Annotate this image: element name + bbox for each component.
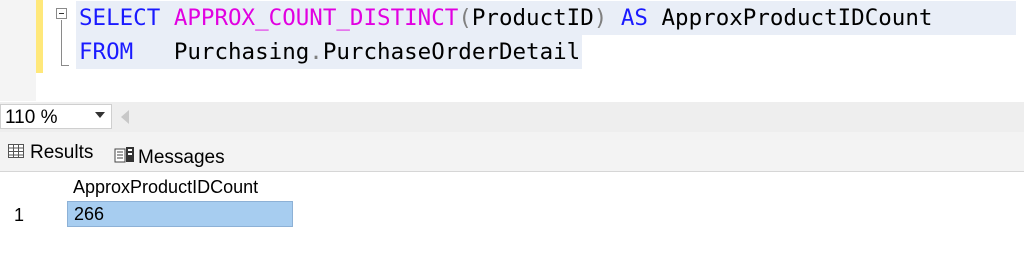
grid-icon [8,142,24,164]
schema-name: Purchasing [173,39,310,65]
collapse-minus-icon[interactable] [56,8,67,19]
editor-gutter [0,0,36,101]
table-name: PurchaseOrderDetail [322,39,581,65]
zoom-value: 110 % [5,107,58,128]
function-name: APPROX_COUNT_DISTINCT [173,5,459,31]
column-header[interactable]: ApproxProductIDCount [67,175,293,199]
outline-line [61,20,62,66]
tab-results[interactable]: Results [8,138,93,168]
code-line-1[interactable]: SELECT APPROX_COUNT_DISTINCT(ProductID) … [76,1,1016,35]
column-alias: ApproxProductIDCount [661,5,933,31]
scroll-left-icon[interactable] [121,110,129,124]
messages-icon [114,146,136,170]
paren-open: ( [458,5,472,31]
keyword-as: AS [620,5,648,31]
table-cell[interactable]: 266 [67,201,293,227]
code-line-2[interactable]: FROM Purchasing.PurchaseOrderDetail [76,35,583,69]
tab-messages-label: Messages [138,147,225,168]
zoom-dropdown[interactable]: 110 % [0,104,112,129]
tab-messages[interactable]: Messages [114,143,225,173]
column-arg: ProductID [471,5,594,31]
zoom-bar [0,102,1024,132]
paren-close: ) [593,5,608,31]
dot: . [309,39,323,65]
change-tracking-bar [36,0,43,73]
outline-end [61,65,69,66]
row-number[interactable]: 1 [14,203,24,227]
chevron-down-icon[interactable] [95,112,105,118]
query-editor[interactable]: SELECT APPROX_COUNT_DISTINCT(ProductID) … [0,0,1024,101]
tab-results-label: Results [30,142,94,163]
keyword-select: SELECT [79,5,161,31]
keyword-from: FROM [79,39,134,65]
